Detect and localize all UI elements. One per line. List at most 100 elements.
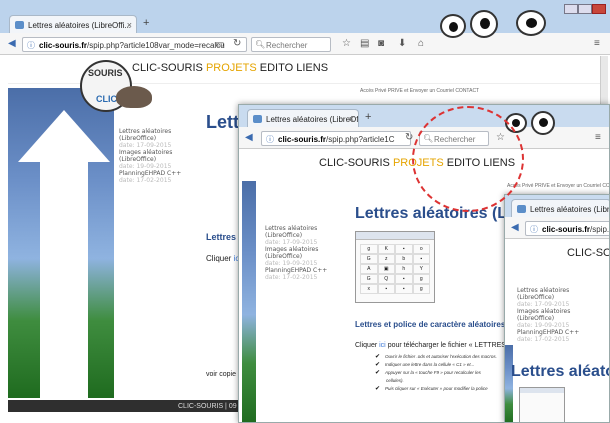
article-link[interactable]: PlanningEHPAD C++ bbox=[517, 329, 579, 336]
menu-brand[interactable]: CLIC-SOURIS bbox=[319, 157, 390, 169]
page-subtitle: Lettres et police de caractère aléatoire… bbox=[355, 320, 506, 329]
article-date: date: 19-09-2015 bbox=[517, 322, 570, 329]
url-path: /spip.php?article108var_mode=recalcu bbox=[87, 41, 225, 50]
back-icon[interactable]: ◀ bbox=[245, 133, 253, 143]
article-link[interactable]: (LibreOffice) bbox=[517, 315, 579, 322]
favicon-icon bbox=[517, 205, 526, 213]
instruction-item: ✔ Ouvrir le fichier .ods et autoriser l'e… bbox=[375, 354, 497, 360]
cartoon-pupil bbox=[480, 18, 490, 29]
tab-lettres-aleatoires[interactable]: Lettres aléatoires (LibreOffi... bbox=[511, 199, 610, 217]
minimize-icon[interactable] bbox=[564, 4, 578, 14]
back-icon[interactable]: ◀ bbox=[8, 39, 16, 49]
article-link[interactable]: Lettres aléatoires bbox=[265, 225, 327, 232]
grid-cell: ▪ bbox=[395, 284, 413, 294]
menu-brand[interactable]: CLIC-SOURIS bbox=[132, 62, 203, 74]
download-link[interactable]: ici bbox=[379, 342, 386, 349]
letter-grid: g K ▪ o Gz b ▪ A ▣ h Y G Q ▪ g x ▪ ▪ g bbox=[360, 244, 430, 294]
access-links[interactable]: Accès Privé PRIVE et Envoyer un Courriel… bbox=[360, 88, 479, 94]
close-tab-icon[interactable]: × bbox=[127, 20, 132, 30]
reload-icon[interactable]: ↻ bbox=[233, 39, 241, 49]
pocket-icon[interactable]: ◙ bbox=[378, 39, 384, 49]
back-icon[interactable]: ◀ bbox=[511, 223, 519, 233]
article-link[interactable]: Lettres aléatoires bbox=[119, 128, 181, 135]
url-domain: clic-souris.fr bbox=[39, 41, 88, 50]
close-tab-icon[interactable]: × bbox=[349, 114, 354, 124]
highlight-circle bbox=[412, 106, 524, 212]
reader-view-icon[interactable]: ▭ bbox=[215, 40, 224, 50]
maximize-icon[interactable] bbox=[578, 4, 592, 14]
article-link[interactable]: Images aléatoires bbox=[265, 246, 327, 253]
spreadsheet-thumbnail bbox=[519, 387, 565, 422]
grid-cell: A bbox=[360, 264, 378, 274]
menu-projets[interactable]: PROJETS bbox=[206, 62, 257, 74]
instruction-item: ✔ Indiquer une lettre dans la cellule « C… bbox=[375, 362, 475, 368]
mouse-mascot bbox=[116, 86, 152, 108]
thumbnail-toolbar bbox=[520, 388, 564, 393]
article-link[interactable]: (LibreOffice) bbox=[119, 135, 181, 142]
cartoon-pupil bbox=[449, 22, 458, 32]
url-bar[interactable]: ⓘ clic-souris.fr/spip.p bbox=[525, 221, 610, 236]
instruction-item: ✔ Appuyer sur la « touche F9 » pour recal… bbox=[375, 370, 481, 376]
new-tab-icon[interactable]: + bbox=[143, 17, 149, 29]
tab-title: Lettres aléatoires (LibreOffi... bbox=[530, 205, 610, 214]
grid-cell: Y bbox=[412, 264, 430, 274]
info-icon: ⓘ bbox=[266, 135, 274, 144]
grid-cell: K bbox=[377, 244, 395, 254]
article-link[interactable]: Images aléatoires bbox=[517, 308, 579, 315]
tab-lettres-aleatoires[interactable]: Lettres aléatoires (LibreOffi... × bbox=[9, 15, 137, 33]
grid-cell: G bbox=[360, 254, 378, 264]
article-link[interactable]: (LibreOffice) bbox=[265, 232, 327, 239]
article-link[interactable]: PlanningEHPAD C++ bbox=[119, 170, 181, 177]
check-icon: ✔ bbox=[375, 370, 381, 376]
sidebar-articles: Lettres aléatoires (LibreOffice) date: 1… bbox=[265, 225, 327, 281]
tab-lettres-aleatoires[interactable]: Lettres aléatoires (LibreOffi... × bbox=[247, 109, 359, 127]
search-placeholder: Rechercher bbox=[266, 41, 308, 50]
bookmarks-list-icon[interactable]: ▤ bbox=[360, 39, 369, 49]
check-icon: ✔ bbox=[375, 354, 381, 360]
download-icon[interactable]: ⬇ bbox=[398, 39, 406, 49]
article-date: date: 17-09-2015 bbox=[517, 301, 570, 308]
menu-icon[interactable]: ≡ bbox=[594, 39, 600, 49]
article-link[interactable]: Lettres aléatoires bbox=[517, 287, 579, 294]
info-icon: ⓘ bbox=[27, 41, 35, 50]
bookmark-star-icon[interactable]: ☆ bbox=[342, 39, 351, 49]
home-icon[interactable]: ⌂ bbox=[418, 39, 424, 49]
favicon-icon bbox=[15, 21, 24, 29]
url-bar[interactable]: ⓘ clic-souris.fr/spip.php?article1C bbox=[261, 131, 411, 146]
article-link[interactable]: (LibreOffice) bbox=[517, 294, 579, 301]
url-domain: clic-souris.fr bbox=[278, 135, 327, 144]
url-path: /spip.p bbox=[590, 225, 610, 234]
voir-copie[interactable]: voir copie bbox=[206, 371, 236, 378]
grid-cell: ▪ bbox=[377, 284, 395, 294]
sidebar-articles: Lettres aléatoires (LibreOffice) date: 1… bbox=[517, 287, 579, 343]
menu-liens[interactable]: LIENS bbox=[296, 62, 328, 74]
url-bar[interactable]: ⓘ clic-souris.fr/spip.php?article108var_… bbox=[22, 37, 247, 52]
close-window-icon[interactable] bbox=[592, 4, 606, 14]
arrow-shape bbox=[40, 160, 88, 400]
info-icon: ⓘ bbox=[530, 225, 538, 234]
cartoon-pupil bbox=[526, 18, 537, 28]
new-tab-icon[interactable]: + bbox=[365, 111, 371, 123]
grid-cell: ▪ bbox=[412, 254, 430, 264]
thumbnail-toolbar bbox=[356, 232, 434, 240]
spreadsheet-thumbnail: g K ▪ o Gz b ▪ A ▣ h Y G Q ▪ g x ▪ ▪ g bbox=[355, 231, 435, 303]
article-link[interactable]: (LibreOffice) bbox=[119, 156, 181, 163]
article-date: date: 19-09-2015 bbox=[265, 260, 318, 267]
search-icon: 🔍︎ bbox=[255, 40, 266, 49]
article-link[interactable]: (LibreOffice) bbox=[265, 253, 327, 260]
access-links[interactable]: Accès Privé PRIVE et Envoyer un Courriel… bbox=[507, 183, 609, 189]
side-banner bbox=[505, 345, 513, 422]
instructions-list: ✔ Ouvrir le fichier .ods et autoriser l'e… bbox=[375, 353, 497, 393]
side-banner bbox=[242, 181, 256, 422]
menu-brand[interactable]: CLIC-SOURIS bbox=[567, 247, 609, 259]
menu-edito[interactable]: EDITO bbox=[260, 62, 293, 74]
site-menu: CLIC-SOURIS PROJETS EDITO LIENS bbox=[132, 62, 328, 74]
menu-icon[interactable]: ≡ bbox=[595, 133, 601, 143]
search-input[interactable]: 🔍︎ Rechercher bbox=[251, 37, 331, 52]
grid-cell: g bbox=[412, 284, 430, 294]
reload-icon[interactable]: ↻ bbox=[405, 133, 413, 143]
article-link[interactable]: PlanningEHPAD C++ bbox=[265, 267, 327, 274]
grid-cell: z bbox=[377, 254, 395, 264]
article-link[interactable]: Images aléatoires bbox=[119, 149, 181, 156]
sidebar-articles: Lettres aléatoires (LibreOffice) date: 1… bbox=[119, 128, 181, 184]
